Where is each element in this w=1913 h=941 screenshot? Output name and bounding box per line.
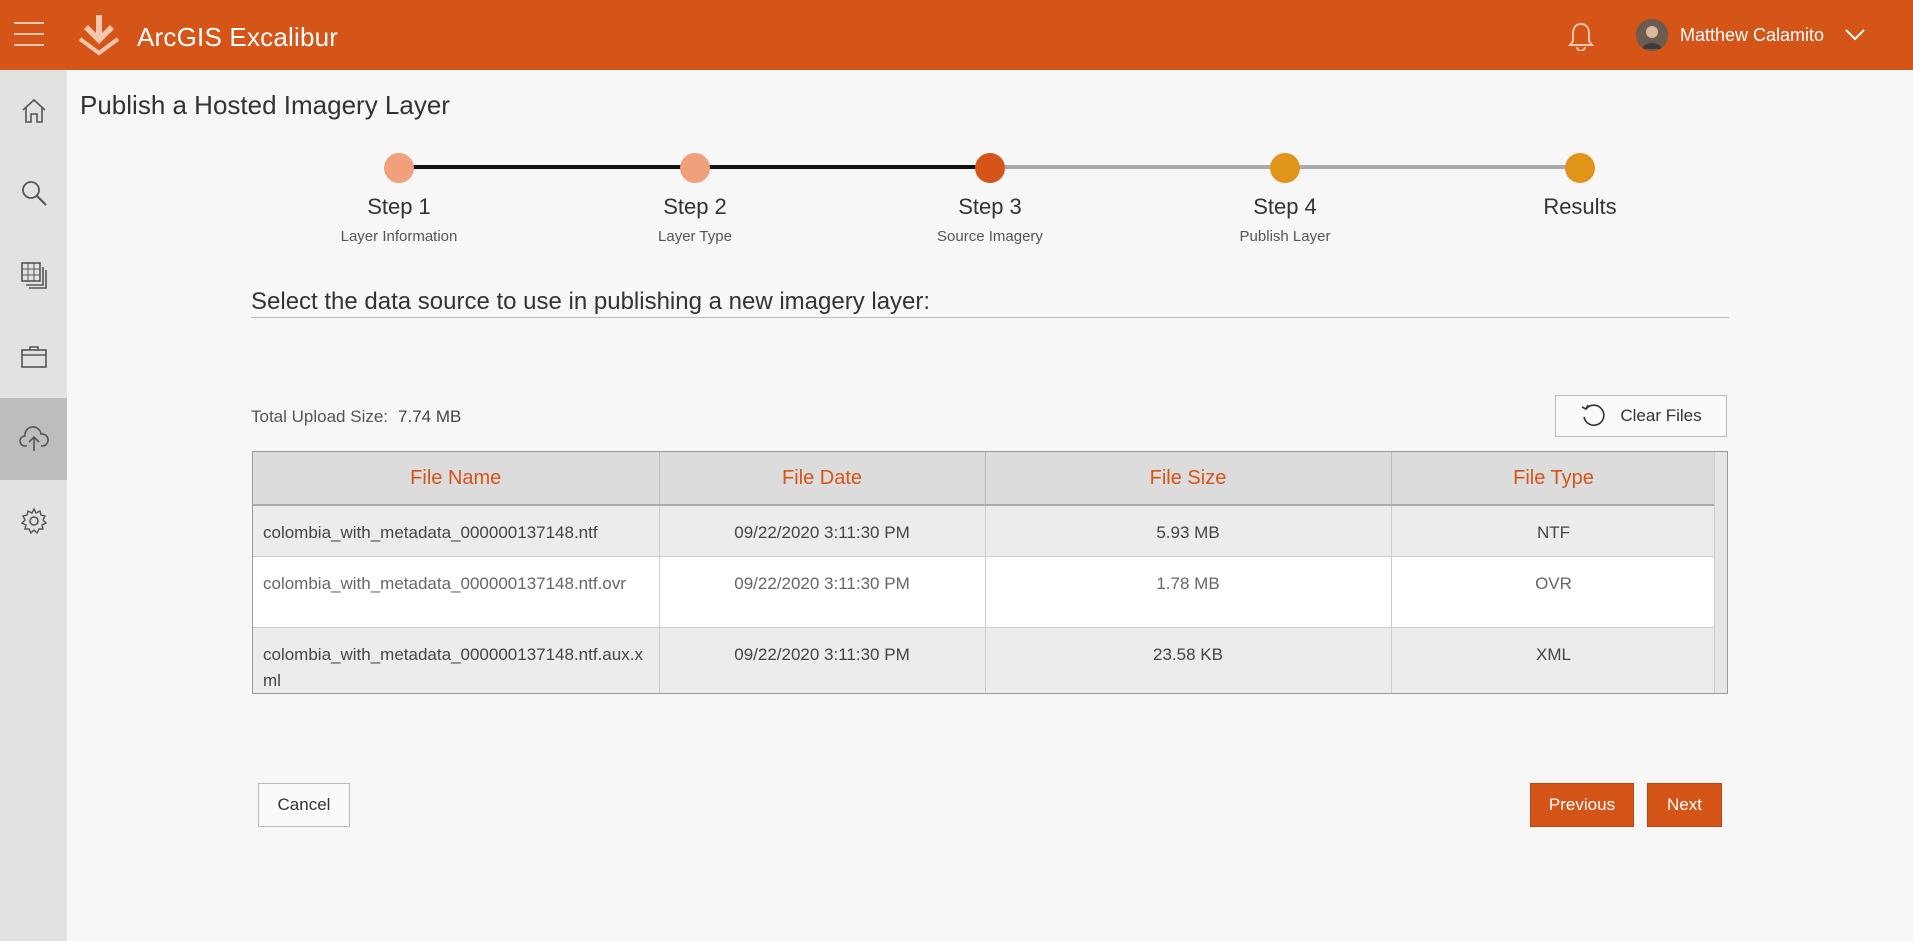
file-name-cell: colombia_with_metadata_000000137148.ntf.… bbox=[253, 627, 660, 693]
stepper: Step 1 Step 2 Step 3 Step 4 Results Laye… bbox=[0, 0, 1913, 260]
refresh-icon bbox=[1582, 404, 1605, 426]
file-date-cell: 09/22/2020 3:11:30 PM bbox=[659, 627, 986, 693]
previous-button[interactable]: Previous bbox=[1530, 783, 1634, 827]
step-connector bbox=[695, 165, 990, 169]
file-type-cell: OVR bbox=[1391, 556, 1717, 628]
column-header-file-type[interactable]: File Type bbox=[1391, 452, 1717, 506]
step-connector bbox=[990, 165, 1285, 169]
file-type-cell: XML bbox=[1391, 627, 1717, 693]
step-1-label: Step 1 bbox=[367, 194, 431, 219]
next-button[interactable]: Next bbox=[1647, 783, 1722, 827]
total-upload-size: Total Upload Size: 7.74 MB bbox=[251, 407, 461, 427]
step-connector bbox=[1285, 165, 1580, 169]
step-1-dot[interactable] bbox=[384, 153, 414, 183]
step-results-dot[interactable] bbox=[1565, 153, 1595, 183]
file-name-cell: colombia_with_metadata_000000137148.ntf.… bbox=[253, 556, 660, 628]
file-size-cell: 23.58 KB bbox=[985, 627, 1392, 693]
table-row[interactable]: colombia_with_metadata_000000137148.ntf.… bbox=[253, 627, 1717, 693]
step-2-dot[interactable] bbox=[680, 153, 710, 183]
data-source-prompt: Select the data source to use in publish… bbox=[251, 288, 931, 315]
table-row[interactable]: colombia_with_metadata_000000137148.ntf … bbox=[253, 505, 1717, 557]
files-table: File Name File Date File Size File Type … bbox=[252, 451, 1728, 694]
step-3-dot[interactable] bbox=[975, 153, 1005, 183]
file-size-cell: 1.78 MB bbox=[985, 556, 1392, 628]
step-2-sublabel: Layer Type bbox=[658, 228, 732, 245]
file-date-cell: 09/22/2020 3:11:30 PM bbox=[659, 505, 986, 557]
table-scrollbar[interactable] bbox=[1714, 452, 1727, 693]
table-header-row: File Name File Date File Size File Type bbox=[253, 452, 1717, 506]
column-header-file-date[interactable]: File Date bbox=[659, 452, 986, 506]
step-3-sublabel: Source Imagery bbox=[937, 228, 1043, 245]
cancel-button[interactable]: Cancel bbox=[258, 783, 350, 827]
step-4-label: Step 4 bbox=[1253, 194, 1317, 219]
column-header-file-name[interactable]: File Name bbox=[253, 452, 660, 506]
cloud-upload-icon bbox=[18, 426, 49, 451]
sidebar-item-upload[interactable] bbox=[0, 398, 67, 480]
table-row[interactable]: colombia_with_metadata_000000137148.ntf.… bbox=[253, 556, 1717, 628]
gear-icon bbox=[20, 507, 47, 535]
column-header-file-size[interactable]: File Size bbox=[985, 452, 1392, 506]
total-upload-size-label: Total Upload Size: bbox=[251, 407, 389, 426]
step-1-sublabel: Layer Information bbox=[340, 228, 458, 245]
step-4-dot[interactable] bbox=[1270, 153, 1300, 183]
file-type-cell: NTF bbox=[1391, 505, 1717, 557]
step-results-label: Results bbox=[1543, 194, 1617, 219]
clear-files-label: Clear Files bbox=[1620, 406, 1702, 425]
sidebar-item-projects[interactable] bbox=[0, 316, 67, 398]
file-name-cell: colombia_with_metadata_000000137148.ntf bbox=[253, 505, 660, 557]
divider bbox=[251, 317, 1729, 318]
step-4-sublabel: Publish Layer bbox=[1239, 228, 1331, 245]
file-size-cell: 5.93 MB bbox=[985, 505, 1392, 557]
step-2-label: Step 2 bbox=[663, 194, 727, 219]
sidebar-item-settings[interactable] bbox=[0, 480, 67, 562]
imagery-catalog-icon bbox=[20, 262, 47, 289]
step-3-label: Step 3 bbox=[958, 194, 1022, 219]
file-date-cell: 09/22/2020 3:11:30 PM bbox=[659, 556, 986, 628]
total-upload-size-value: 7.74 MB bbox=[398, 407, 462, 426]
briefcase-icon bbox=[20, 346, 47, 368]
clear-files-button[interactable]: Clear Files bbox=[1555, 395, 1727, 437]
step-connector bbox=[399, 165, 695, 169]
